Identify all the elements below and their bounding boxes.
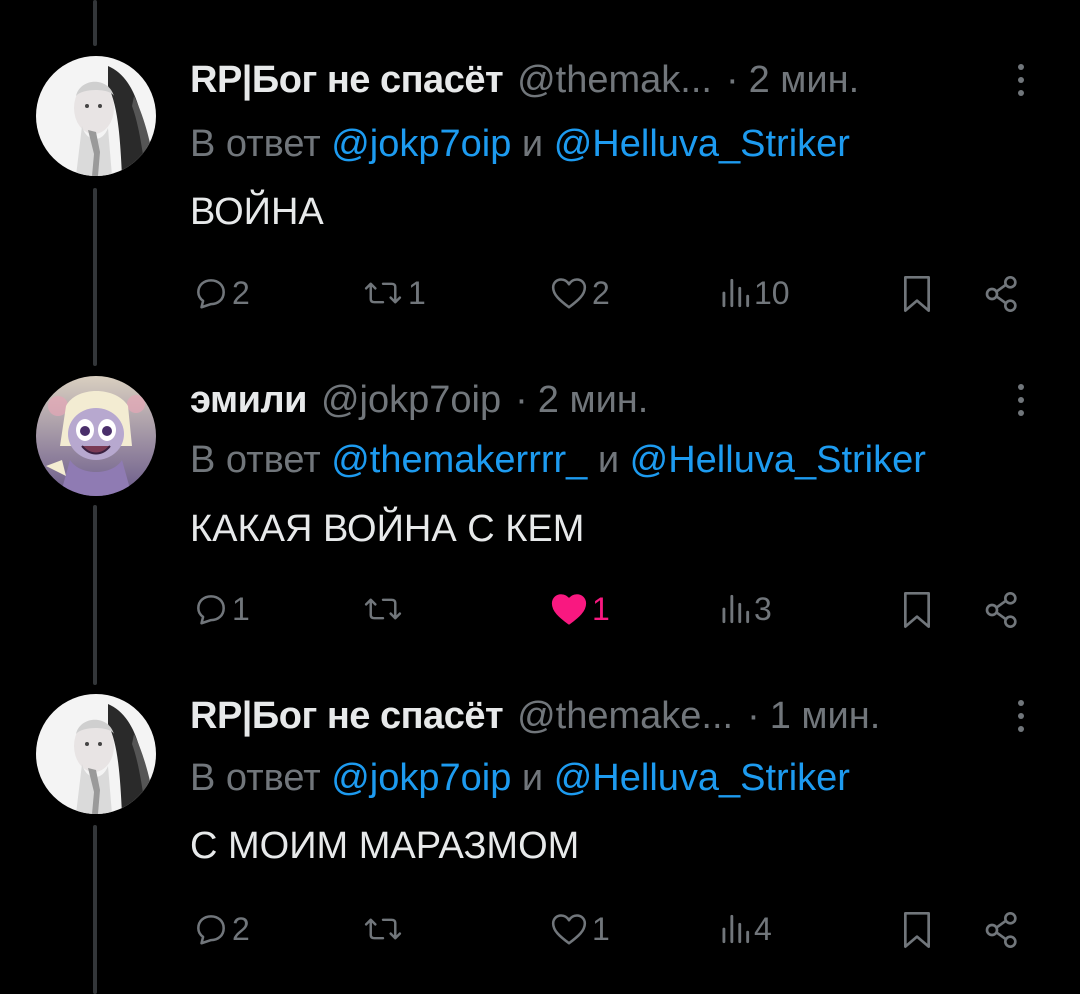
timestamp[interactable]: 1 мин. xyxy=(770,696,881,736)
reply-icon xyxy=(197,915,225,945)
tweet[interactable]: RP|Бог не спасёт @themake... · 1 мин. В … xyxy=(0,0,1080,994)
retweet-button[interactable] xyxy=(360,910,408,948)
separator-dot: · xyxy=(747,695,760,737)
views-button[interactable]: 4 xyxy=(718,910,772,948)
reply-count: 2 xyxy=(232,910,250,947)
views-icon xyxy=(722,914,750,944)
like-count: 1 xyxy=(592,910,610,947)
mention-link[interactable]: @Helluva_Striker xyxy=(554,757,850,799)
mention-link[interactable]: @jokp7oip xyxy=(331,757,511,799)
username[interactable]: @themake... xyxy=(517,696,733,736)
tweet-header: RP|Бог не спасёт @themake... · 1 мин. xyxy=(190,696,880,736)
more-options-icon[interactable] xyxy=(1008,694,1034,738)
display-name[interactable]: RP|Бог не спасёт xyxy=(190,696,504,736)
reply-prefix: В ответ xyxy=(190,757,321,799)
like-button[interactable]: 1 xyxy=(548,910,610,948)
reply-button[interactable]: 2 xyxy=(192,910,250,948)
reply-context: В ответ @jokp7oip и @Helluva_Striker xyxy=(190,756,850,800)
reply-and: и xyxy=(521,757,544,799)
bookmark-button[interactable] xyxy=(900,910,934,950)
tweet-text: С МОИМ МАРАЗМОМ xyxy=(190,825,580,867)
bookmark-icon xyxy=(904,912,931,948)
share-icon xyxy=(985,912,1017,948)
views-count: 4 xyxy=(754,910,772,947)
avatar-gray-haired-character-icon xyxy=(36,694,156,814)
avatar[interactable] xyxy=(36,694,156,814)
share-button[interactable] xyxy=(982,910,1022,950)
heart-icon xyxy=(551,914,587,945)
retweet-icon xyxy=(364,918,402,940)
